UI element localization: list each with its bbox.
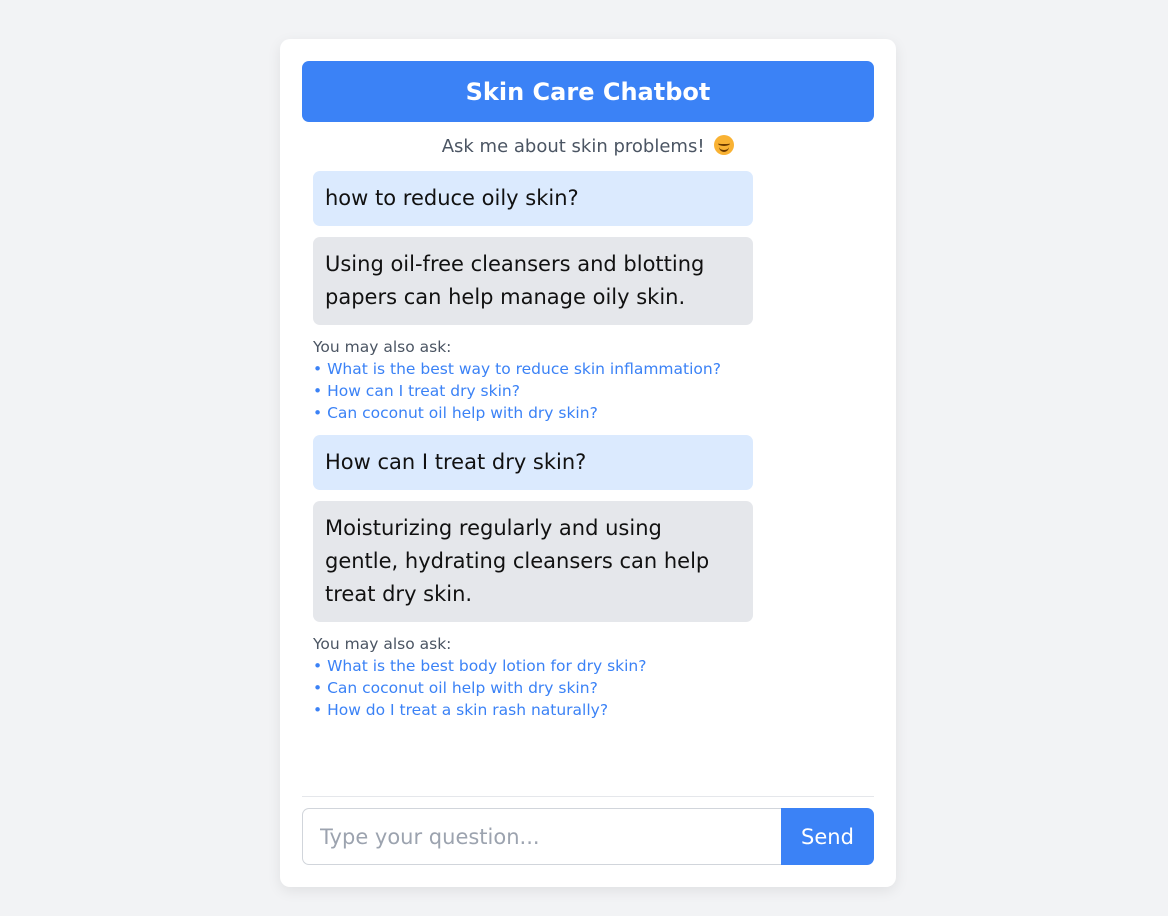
suggestion-link[interactable]: • Can coconut oil help with dry skin? (313, 677, 873, 699)
suggestion-block: You may also ask: • What is the best way… (313, 336, 873, 424)
smiling-face-icon (714, 135, 735, 155)
suggestion-link[interactable]: • What is the best body lotion for dry s… (313, 655, 873, 677)
subtitle-text: Ask me about skin problems! (441, 136, 705, 157)
suggestion-link[interactable]: • What is the best way to reduce skin in… (313, 358, 873, 380)
chat-subtitle: Ask me about skin problems! (302, 134, 874, 160)
suggestion-link[interactable]: • How do I treat a skin rash naturally? (313, 699, 873, 721)
bot-message: Using oil-free cleansers and blotting pa… (313, 237, 753, 325)
suggestion-block: You may also ask: • What is the best bod… (313, 633, 873, 721)
chat-header: Skin Care Chatbot (302, 61, 874, 122)
suggestion-link[interactable]: • How can I treat dry skin? (313, 380, 873, 402)
suggestion-label: You may also ask: (313, 635, 452, 653)
input-divider (302, 796, 874, 797)
suggestion-link[interactable]: • Can coconut oil help with dry skin? (313, 402, 873, 424)
chat-card: Skin Care Chatbot Ask me about skin prob… (280, 39, 896, 887)
page-title: Skin Care Chatbot (465, 77, 711, 106)
suggestion-label: You may also ask: (313, 338, 452, 356)
user-message: how to reduce oily skin? (313, 171, 753, 226)
bot-message: Moisturizing regularly and using gentle,… (313, 501, 753, 622)
user-message: How can I treat dry skin? (313, 435, 753, 490)
message-list: how to reduce oily skin? Using oil-free … (313, 171, 873, 732)
send-button[interactable]: Send (781, 808, 874, 865)
composer: Send (302, 808, 874, 865)
question-input[interactable] (302, 808, 781, 865)
